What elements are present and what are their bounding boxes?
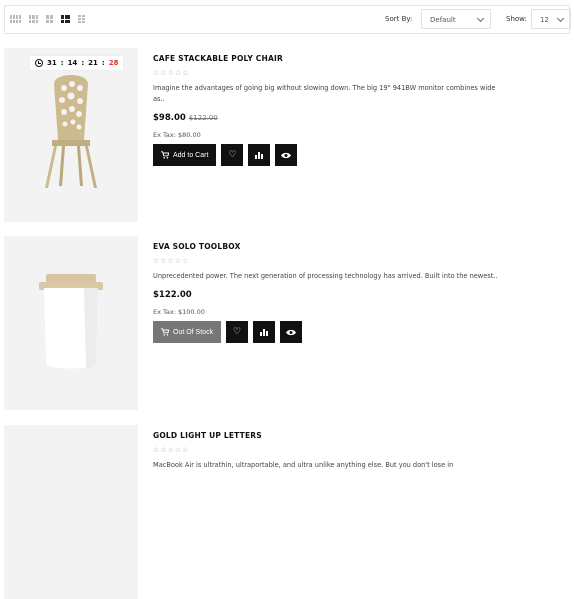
product-image[interactable] [4, 236, 138, 410]
timer-minutes: 21 [88, 59, 98, 67]
list-view-icon[interactable] [61, 15, 70, 23]
eye-icon [286, 329, 297, 335]
chevron-down-icon [476, 14, 485, 23]
price-row: $98.00 $122.00 [153, 113, 563, 123]
product-actions: Add to Cart ♡ [153, 144, 563, 166]
sort-by-label: Sort By: [385, 15, 413, 23]
wishlist-button[interactable]: ♡ [226, 321, 249, 343]
product-name[interactable]: CAFE STACKABLE POLY CHAIR [153, 54, 563, 63]
ex-tax: Ex Tax: $80.00 [153, 131, 201, 139]
sort-select[interactable]: Default [421, 9, 491, 29]
product-toolbar: Sort By: Default Show: 12 [4, 5, 571, 34]
old-price: $122.00 [188, 114, 218, 122]
ex-tax: Ex Tax: $100.00 [153, 308, 205, 316]
add-to-cart-label: Add to Cart [173, 151, 209, 159]
chair-image [45, 75, 97, 188]
grid-4-view-icon[interactable] [10, 15, 21, 23]
product-price: $98.00 [153, 113, 186, 123]
countdown-timer: 31: 14: 21: 28 [29, 55, 125, 71]
chevron-down-icon [556, 14, 565, 23]
quick-view-button[interactable] [275, 144, 298, 166]
product-actions: Out Of Stock ♡ [153, 321, 563, 343]
toolbox-image [39, 274, 103, 369]
price-row: $122.00 [153, 290, 563, 300]
timer-hours: 14 [67, 59, 78, 67]
product-item: GOLD LIGHT UP LETTERS ☆☆☆☆☆ MacBook Air … [4, 425, 570, 599]
rating-stars: ☆☆☆☆☆ [153, 69, 190, 77]
timer-seconds: 28 [108, 59, 119, 67]
product-item: 31: 14: 21: 28 CAFE STACKABLE POLY CHAIR… [4, 48, 570, 223]
grid-2-view-icon[interactable] [46, 15, 53, 23]
show-select-value: 12 [540, 16, 549, 24]
product-image[interactable] [4, 425, 138, 599]
product-name[interactable]: EVA SOLO TOOLBOX [153, 242, 563, 251]
cart-icon [161, 328, 169, 336]
product-description: MacBook Air is ultrathin, ultraportable,… [153, 461, 454, 469]
show-label: Show: [506, 15, 527, 23]
product-description: Unprecedented power. The next generation… [153, 272, 498, 280]
heart-icon: ♡ [233, 327, 242, 337]
heart-icon: ♡ [228, 150, 237, 160]
compare-button[interactable] [248, 144, 271, 166]
cart-icon [161, 151, 169, 159]
product-image[interactable]: 31: 14: 21: 28 [4, 48, 138, 222]
compare-button[interactable] [253, 321, 276, 343]
product-name[interactable]: GOLD LIGHT UP LETTERS [153, 431, 563, 440]
eye-icon [281, 152, 292, 158]
product-item: EVA SOLO TOOLBOX ☆☆☆☆☆ Unprecedented pow… [4, 236, 570, 411]
clock-icon [35, 59, 43, 67]
rating-stars: ☆☆☆☆☆ [153, 446, 190, 454]
sort-select-value: Default [430, 16, 456, 24]
wishlist-button[interactable]: ♡ [221, 144, 244, 166]
grid-3-view-icon[interactable] [29, 15, 38, 23]
timer-days: 31 [47, 59, 57, 67]
show-select[interactable]: 12 [531, 9, 571, 29]
view-switcher [10, 15, 85, 23]
compact-list-view-icon[interactable] [78, 15, 85, 23]
out-of-stock-button[interactable]: Out Of Stock [153, 321, 222, 343]
out-of-stock-label: Out Of Stock [173, 328, 214, 336]
product-description: Imagine the advantages of going big with… [153, 84, 496, 103]
bar-chart-icon [260, 328, 269, 336]
product-price: $122.00 [153, 290, 192, 300]
add-to-cart-button[interactable]: Add to Cart [153, 144, 217, 166]
rating-stars: ☆☆☆☆☆ [153, 257, 190, 265]
quick-view-button[interactable] [280, 321, 303, 343]
bar-chart-icon [255, 151, 264, 159]
